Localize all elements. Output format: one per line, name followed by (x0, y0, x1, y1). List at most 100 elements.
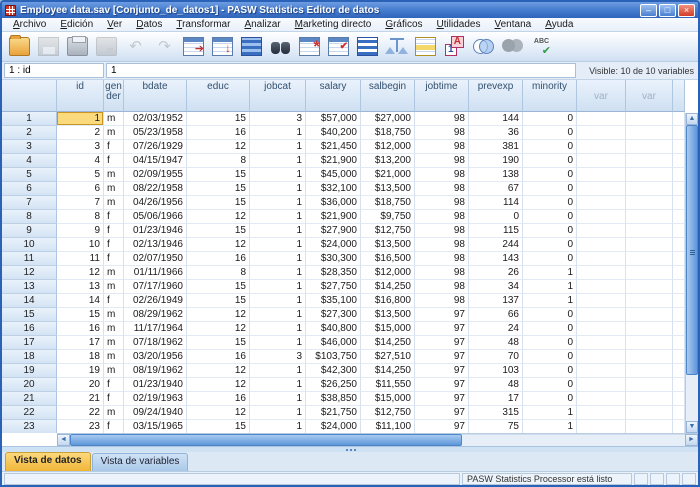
cell-salary[interactable]: $21,750 (306, 406, 361, 420)
cell-gender[interactable]: f (104, 238, 124, 252)
row-number-cell[interactable]: 3 (2, 140, 57, 154)
toolbar-spell-check-button[interactable] (528, 34, 555, 60)
cell-id[interactable]: 10 (57, 238, 104, 252)
horizontal-scrollbar-thumb[interactable] (70, 434, 462, 446)
cell-bdate[interactable]: 09/24/1940 (124, 406, 187, 420)
maximize-button[interactable]: □ (659, 4, 676, 17)
cell-educ[interactable]: 12 (187, 406, 250, 420)
cell-salbegin[interactable]: $27,510 (361, 350, 415, 364)
cell-prevexp[interactable]: 48 (469, 336, 523, 350)
toolbar-recall-dialogs-button[interactable] (93, 34, 120, 60)
cell-bdate[interactable]: 04/15/1947 (124, 154, 187, 168)
cell-educ[interactable]: 8 (187, 266, 250, 280)
cell-salbegin[interactable]: $15,000 (361, 322, 415, 336)
cell-jobcat[interactable]: 1 (250, 266, 306, 280)
cell-bdate[interactable]: 01/23/1946 (124, 224, 187, 238)
cell-jobcat[interactable]: 1 (250, 308, 306, 322)
cell-spacer[interactable] (673, 126, 685, 140)
cell-jobcat[interactable]: 1 (250, 196, 306, 210)
cell-gender[interactable]: m (104, 350, 124, 364)
column-header-id[interactable]: id (57, 80, 104, 112)
cell-var2[interactable] (626, 364, 673, 378)
row-number-cell[interactable]: 15 (2, 308, 57, 322)
grid-corner-cell[interactable] (2, 80, 57, 112)
cell-salary[interactable]: $42,300 (306, 364, 361, 378)
cell-var2[interactable] (626, 238, 673, 252)
cell-jobtime[interactable]: 98 (415, 182, 469, 196)
cell-salbegin[interactable]: $12,000 (361, 140, 415, 154)
cell-var1[interactable] (577, 140, 626, 154)
cell-var1[interactable] (577, 210, 626, 224)
cell-bdate[interactable]: 08/22/1958 (124, 182, 187, 196)
cell-spacer[interactable] (673, 406, 685, 420)
cell-id[interactable]: 21 (57, 392, 104, 406)
row-number-cell[interactable]: 17 (2, 336, 57, 350)
cell-jobtime[interactable]: 98 (415, 210, 469, 224)
cell-prevexp[interactable]: 75 (469, 420, 523, 433)
cell-var2[interactable] (626, 210, 673, 224)
toolbar-find-button[interactable] (267, 34, 294, 60)
cell-spacer[interactable] (673, 182, 685, 196)
cell-minority[interactable]: 1 (523, 420, 577, 433)
cell-spacer[interactable] (673, 252, 685, 266)
toolbar-weight-cases-button[interactable] (383, 34, 410, 60)
cell-minority[interactable]: 0 (523, 392, 577, 406)
cell-var1[interactable] (577, 252, 626, 266)
cell-id[interactable]: 1 (57, 112, 104, 126)
toolbar-insert-variable-button[interactable] (325, 34, 352, 60)
cell-gender[interactable]: m (104, 266, 124, 280)
scroll-right-icon[interactable]: ► (685, 434, 698, 446)
cell-bdate[interactable]: 11/17/1964 (124, 322, 187, 336)
tab-vista-de-variables[interactable]: Vista de variables (92, 453, 189, 471)
row-number-cell[interactable]: 6 (2, 182, 57, 196)
cell-bdate[interactable]: 02/09/1955 (124, 168, 187, 182)
cell-id[interactable]: 9 (57, 224, 104, 238)
cell-salbegin[interactable]: $12,750 (361, 406, 415, 420)
cell-var2[interactable] (626, 406, 673, 420)
cell-salary[interactable]: $24,000 (306, 420, 361, 433)
column-header-var2[interactable]: var (626, 80, 673, 112)
cell-bdate[interactable]: 07/18/1962 (124, 336, 187, 350)
cell-var1[interactable] (577, 196, 626, 210)
menu-marketing-directo[interactable]: Marketing directo (288, 18, 379, 32)
cell-salbegin[interactable]: $18,750 (361, 196, 415, 210)
menu-datos[interactable]: Datos (129, 18, 169, 32)
cell-spacer[interactable] (673, 392, 685, 406)
menu-transformar[interactable]: Transformar (169, 18, 237, 32)
cell-gender[interactable]: m (104, 322, 124, 336)
cell-salbegin[interactable]: $14,250 (361, 364, 415, 378)
cell-jobcat[interactable]: 1 (250, 182, 306, 196)
toolbar-goto-case-button[interactable] (180, 34, 207, 60)
cell-var2[interactable] (626, 420, 673, 433)
cell-gender[interactable]: m (104, 406, 124, 420)
cell-spacer[interactable] (673, 210, 685, 224)
cell-educ[interactable]: 16 (187, 350, 250, 364)
column-header-minority[interactable]: minority (523, 80, 577, 112)
cell-minority[interactable]: 0 (523, 168, 577, 182)
row-number-cell[interactable]: 13 (2, 280, 57, 294)
cell-jobcat[interactable]: 1 (250, 364, 306, 378)
cell-salary[interactable]: $40,200 (306, 126, 361, 140)
cell-jobcat[interactable]: 1 (250, 336, 306, 350)
toolbar-print-button[interactable] (64, 34, 91, 60)
toolbar-value-labels-button[interactable] (441, 34, 468, 60)
cell-id[interactable]: 17 (57, 336, 104, 350)
menu-ver[interactable]: Ver (100, 18, 129, 32)
cell-bdate[interactable]: 01/23/1940 (124, 378, 187, 392)
cell-var1[interactable] (577, 294, 626, 308)
cell-spacer[interactable] (673, 364, 685, 378)
cell-salbegin[interactable]: $27,000 (361, 112, 415, 126)
menu-edici-n[interactable]: Edición (53, 18, 100, 32)
cell-var1[interactable] (577, 322, 626, 336)
cell-var2[interactable] (626, 168, 673, 182)
row-number-cell[interactable]: 14 (2, 294, 57, 308)
cell-var2[interactable] (626, 294, 673, 308)
cell-minority[interactable]: 0 (523, 308, 577, 322)
cell-var1[interactable] (577, 378, 626, 392)
toolbar-goto-variable-button[interactable] (209, 34, 236, 60)
cell-prevexp[interactable]: 244 (469, 238, 523, 252)
cell-var1[interactable] (577, 224, 626, 238)
column-header-jobcat[interactable]: jobcat (250, 80, 306, 112)
cell-minority[interactable]: 1 (523, 266, 577, 280)
row-number-cell[interactable]: 20 (2, 378, 57, 392)
